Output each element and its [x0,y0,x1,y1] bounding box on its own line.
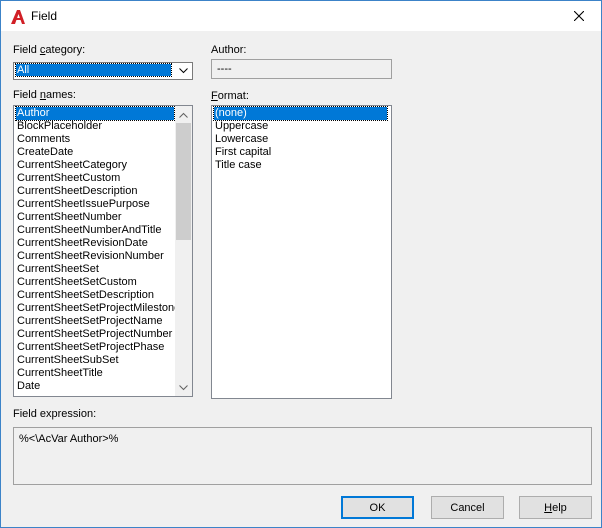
field-expression-value: %<\AcVar Author>% [19,433,119,445]
field-name-item[interactable]: CurrentSheetNumber [16,211,174,224]
field-name-item[interactable]: CurrentSheetNumberAndTitle [16,224,174,237]
help-button[interactable]: Help [519,496,592,519]
field-name-item[interactable]: Author [15,106,175,121]
field-name-item[interactable]: CurrentSheetSetProjectMilestone [16,302,180,315]
close-icon [574,11,584,21]
cancel-button[interactable]: Cancel [431,496,504,519]
format-item[interactable]: Title case [214,159,387,172]
field-name-item[interactable]: Date [16,380,174,393]
field-name-item[interactable]: CurrentSheetRevisionNumber [16,250,174,263]
field-dialog: Field Field category: All Author: ---- F… [0,0,602,528]
scroll-up-button[interactable] [175,106,192,123]
chevron-up-icon [179,112,188,118]
format-item[interactable]: First capital [214,146,387,159]
field-names-scrollbar[interactable] [175,106,192,396]
field-name-item[interactable]: CurrentSheetCustom [16,172,174,185]
format-item[interactable]: Lowercase [214,133,387,146]
field-name-item[interactable]: CurrentSheetSetDescription [16,289,174,302]
autocad-a-icon [11,10,25,24]
field-names-list[interactable]: Date CurrentSheetTitle CurrentSheetSubSet C… [13,105,193,397]
field-name-item[interactable]: CurrentSheetCategory [16,159,174,172]
field-name-item[interactable]: CurrentSheetDescription [16,185,174,198]
format-item[interactable]: (none) [213,106,388,121]
format-item[interactable]: Uppercase [214,120,387,133]
scroll-thumb[interactable] [176,123,191,240]
field-name-item[interactable]: Comments [16,133,174,146]
author-value: ---- [217,63,232,75]
field-name-item[interactable]: CurrentSheetSetProjectName [16,315,174,328]
field-names-label: Field names: [13,89,76,101]
field-name-item[interactable]: CurrentSheetTitle [16,367,174,380]
field-name-item[interactable]: CurrentSheetSet [16,263,174,276]
field-name-item[interactable]: CurrentSheetRevisionDate [16,237,174,250]
scroll-down-button[interactable] [175,379,192,396]
field-category-label: Field category: [13,44,86,56]
window-title: Field [31,9,58,23]
ok-button[interactable]: OK [341,496,414,519]
field-expression-box: %<\AcVar Author>% [13,427,592,485]
field-category-value: All [15,63,172,77]
field-name-item[interactable]: CurrentSheetSetCustom [16,276,174,289]
field-name-item[interactable]: CurrentSheetSubSet [16,354,174,367]
field-expression-label: Field expression: [13,408,97,420]
field-name-item[interactable]: CurrentSheetSetProjectPhase [16,341,174,354]
close-button[interactable] [557,1,601,31]
field-name-item[interactable]: CurrentSheetIssuePurpose [16,198,174,211]
format-label: Format: [211,90,249,102]
author-label: Author: [211,44,247,56]
author-value-box: ---- [211,59,392,79]
field-category-select[interactable]: All [13,62,193,80]
chevron-down-icon [179,384,188,390]
title-bar: Field [1,1,601,31]
field-name-item[interactable]: CreateDate [16,146,174,159]
field-name-item[interactable]: BlockPlaceholder [16,120,174,133]
field-name-item[interactable]: CurrentSheetSetProjectNumber [16,328,174,341]
format-list[interactable]: Title case First capital Lowercase Uppercas… [211,105,392,399]
chevron-down-icon[interactable] [175,63,192,79]
